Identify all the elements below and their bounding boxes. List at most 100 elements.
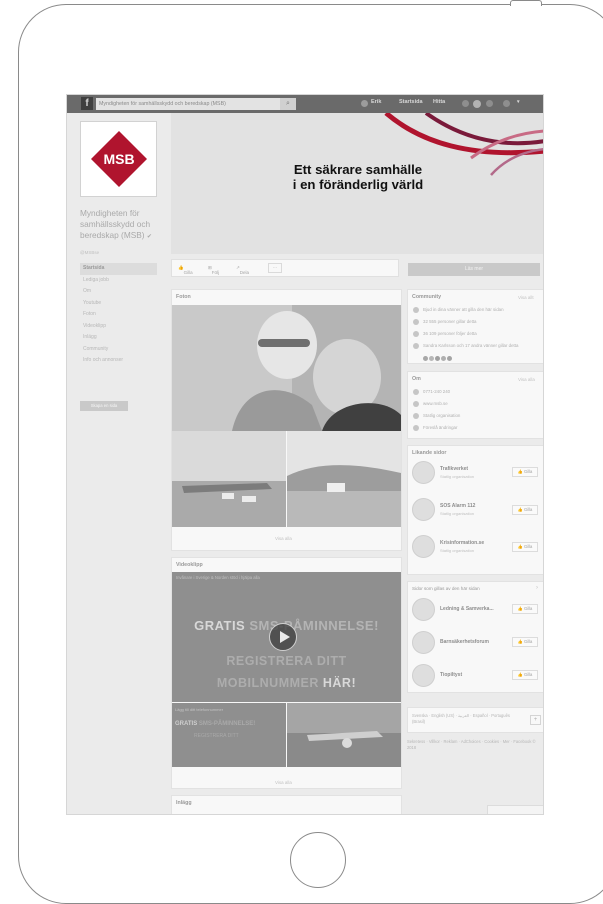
suggested-page-name[interactable]: Ledning & Samverka... (440, 606, 494, 612)
globe-icon (413, 401, 419, 407)
msb-logo-icon: MSB (90, 131, 147, 187)
photo-landscape (287, 431, 401, 527)
suggested-pages-card: Sidor som gillas av den här sidan › Ledn… (407, 581, 543, 693)
like-button[interactable]: 👍 Gilla (512, 670, 538, 680)
nav-item-info-ads[interactable]: Info och annonser (80, 355, 157, 367)
profile-link[interactable]: Erik (371, 99, 381, 105)
tablet-screen: f Myndigheten för samhällsskydd och bere… (66, 94, 544, 815)
home-link[interactable]: Startsida (399, 99, 423, 105)
featured-video[interactable]: Invånare i Sverige & Norden stöd i hjälp… (172, 572, 401, 702)
videos-see-all-link[interactable]: Visa alla (275, 780, 292, 785)
more-options-button[interactable]: ··· (268, 263, 282, 273)
messages-icon[interactable] (473, 100, 481, 108)
community-see-all-link[interactable]: Visa allt (518, 295, 534, 300)
learn-more-button[interactable]: Läs mer (408, 263, 540, 276)
nav-item-youtube[interactable]: Youtube (80, 298, 157, 310)
share-page-button[interactable]: ↗ Dela (236, 265, 249, 275)
about-category[interactable]: Statlig organisation (423, 413, 460, 418)
create-page-button[interactable]: Skapa en sida (80, 401, 128, 411)
liked-page-name[interactable]: SOS Alarm 112 (440, 503, 475, 509)
page-action-bar: 👍 Gilla ⊞ Följ ↗ Dela ··· (171, 259, 399, 277)
liked-page-name[interactable]: Krisinformation.se (440, 540, 484, 546)
suggested-page-name[interactable]: Tiopiltyst (440, 672, 462, 678)
play-button[interactable] (269, 623, 297, 651)
community-card: Community Visa allt Bjud in dina vänner … (407, 289, 543, 364)
video-thumb-airplane (287, 703, 401, 767)
videos-card: Videoklipp Invånare i Sverige & Norden s… (171, 557, 402, 789)
suggest-edits-link[interactable]: Föreslå ändringar (423, 425, 457, 430)
avatar[interactable] (447, 356, 452, 361)
nav-item-community[interactable]: Community (80, 344, 157, 356)
nav-item-jobs[interactable]: Lediga jobb (80, 275, 157, 287)
add-language-button[interactable]: + (530, 715, 541, 725)
liked-page-type: Statlig organisation (440, 474, 475, 479)
photo-people (172, 305, 401, 431)
chevron-right-icon[interactable]: › (536, 585, 538, 591)
photos-title: Foton (176, 294, 191, 300)
find-friends-link[interactable]: Hitta (433, 99, 445, 105)
photos-card: Foton Visa alla (171, 289, 402, 551)
photo-field[interactable] (287, 431, 401, 527)
follow-page-button[interactable]: ⊞ Följ (208, 265, 219, 275)
community-title: Community (412, 294, 442, 300)
photo-airport[interactable] (172, 431, 286, 527)
follow-icon (413, 331, 419, 337)
suggested-page-name[interactable]: Barnsäkerhetsforum (440, 639, 489, 645)
about-see-all-link[interactable]: Visa alla (518, 377, 535, 382)
page-thumbnail[interactable] (412, 664, 435, 687)
like-button[interactable]: 👍 Gilla (512, 505, 538, 515)
nav-item-about[interactable]: Om (80, 286, 157, 298)
page-thumbnail[interactable] (412, 461, 435, 484)
like-button[interactable]: 👍 Gilla (512, 604, 538, 614)
nav-item-home[interactable]: Startsida (80, 263, 157, 275)
photo-main[interactable] (172, 305, 401, 431)
cover-photo[interactable]: Ett säkrare samhälle i en föränderlig vä… (171, 113, 543, 254)
nav-item-videos[interactable]: Videoklipp (80, 321, 157, 333)
liked-page-type: Statlig organisation (440, 511, 475, 516)
nav-item-posts[interactable]: Inlägg (80, 332, 157, 344)
about-phone[interactable]: 0771-240 240 (423, 389, 450, 394)
notifications-icon[interactable] (486, 100, 493, 107)
tablet-power-button (510, 0, 542, 6)
nav-item-photos[interactable]: Foton (80, 309, 157, 321)
invite-icon (413, 307, 419, 313)
avatar[interactable] (361, 100, 368, 107)
category-icon (413, 413, 419, 419)
videos-title: Videoklipp (176, 562, 203, 568)
friends-icon (413, 343, 419, 349)
search-icon[interactable]: ⌕ (280, 98, 296, 110)
page-thumbnail[interactable] (412, 498, 435, 521)
page-thumbnail[interactable] (412, 631, 435, 654)
avatar[interactable] (423, 356, 428, 361)
chevron-down-icon[interactable]: ▾ (517, 99, 520, 105)
like-button[interactable]: 👍 Gilla (512, 542, 538, 552)
search-input[interactable]: Myndigheten för samhällsskydd och bereds… (96, 98, 296, 110)
photos-see-all-link[interactable]: Visa alla (275, 536, 292, 541)
video-thumb-2[interactable] (287, 703, 401, 767)
photo-airplane (172, 431, 286, 527)
friend-requests-icon[interactable] (462, 100, 469, 107)
friend-avatars (423, 356, 452, 361)
avatar[interactable] (435, 356, 440, 361)
facebook-logo-icon[interactable]: f (81, 97, 93, 110)
like-button[interactable]: 👍 Gilla (512, 467, 538, 477)
profile-picture[interactable]: MSB (80, 121, 157, 197)
liked-page-name[interactable]: Trafikverket (440, 466, 468, 472)
chat-tab[interactable] (487, 805, 543, 814)
language-links[interactable]: Svenska · English (US) · العربية · Españ… (412, 713, 522, 725)
like-button[interactable]: 👍 Gilla (512, 637, 538, 647)
posts-card: Inlägg (171, 795, 402, 814)
community-invite-link[interactable]: Bjud in dina vänner att gilla den här si… (423, 307, 504, 312)
page-thumbnail[interactable] (412, 598, 435, 621)
top-bar: f Myndigheten för samhällsskydd och bere… (67, 95, 543, 113)
avatar[interactable] (441, 356, 446, 361)
languages-card: Svenska · English (US) · العربية · Españ… (407, 707, 543, 733)
video-thumb-1[interactable]: Lägg till ditt telefonnummer GRATIS SMS-… (172, 703, 286, 767)
suggested-pages-title: Sidor som gillas av den här sidan (412, 586, 480, 591)
page-thumbnail[interactable] (412, 535, 435, 558)
footer-links[interactable]: Sekretess · Villkor · Reklam · AdChoices… (407, 739, 543, 751)
avatar[interactable] (429, 356, 434, 361)
like-page-button[interactable]: 👍 Gilla (178, 265, 193, 275)
about-website[interactable]: www.msb.se (423, 401, 448, 406)
help-icon[interactable] (503, 100, 510, 107)
